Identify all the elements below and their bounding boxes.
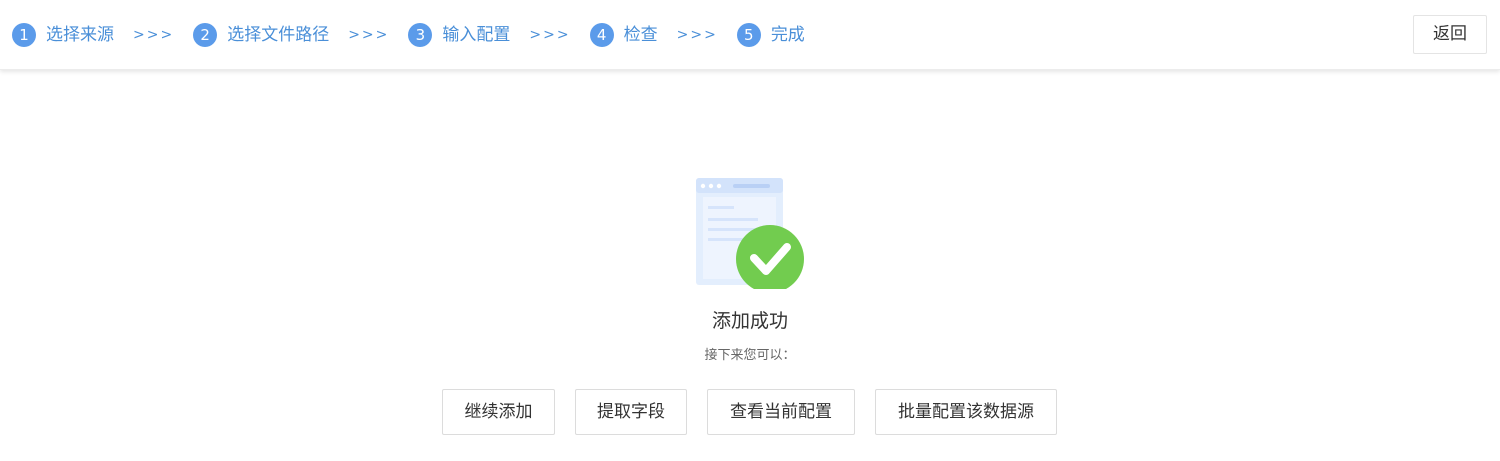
step-label: 选择来源 <box>46 25 114 45</box>
step-separator: >>> <box>348 27 390 43</box>
step-4: 4 检查 <box>589 23 658 47</box>
step-number-badge: 5 <box>736 23 761 47</box>
step-label: 输入配置 <box>442 25 511 45</box>
window-dot <box>716 183 722 189</box>
step-number-badge: 4 <box>589 23 614 47</box>
step-3: 3 输入配置 <box>408 23 510 47</box>
success-check-icon <box>696 178 804 293</box>
batch-config-button[interactable]: 批量配置该数据源 <box>875 389 1057 435</box>
content-line <box>708 218 758 221</box>
next-steps-hint: 接下来您可以： <box>704 348 796 363</box>
step-label: 选择文件路径 <box>227 25 330 45</box>
step-number-badge: 2 <box>193 23 218 47</box>
success-illustration <box>694 177 806 293</box>
content-line <box>708 206 734 209</box>
step-separator: >>> <box>133 27 175 43</box>
view-config-button[interactable]: 查看当前配置 <box>707 389 855 435</box>
step-2: 2 选择文件路径 <box>193 23 329 47</box>
extract-fields-button[interactable]: 提取字段 <box>575 389 687 435</box>
window-dot <box>700 183 706 189</box>
window-address-bar <box>733 184 770 188</box>
step-number-badge: 3 <box>408 23 433 47</box>
action-buttons: 继续添加 提取字段 查看当前配置 批量配置该数据源 <box>0 389 1500 435</box>
window-dot <box>708 183 714 189</box>
wizard-steps: 1 选择来源 >>> 2 选择文件路径 >>> 3 输入配置 >>> 4 检查 … <box>12 22 805 48</box>
continue-add-button[interactable]: 继续添加 <box>442 389 555 435</box>
wizard-header: 1 选择来源 >>> 2 选择文件路径 >>> 3 输入配置 >>> 4 检查 … <box>0 0 1500 70</box>
content-line <box>708 228 758 231</box>
step-separator: >>> <box>676 27 718 43</box>
step-1: 1 选择来源 <box>12 23 114 47</box>
step-5: 5 完成 <box>736 23 805 47</box>
back-button[interactable]: 返回 <box>1413 15 1487 54</box>
success-title: 添加成功 <box>711 310 788 332</box>
step-separator: >>> <box>529 27 571 43</box>
step-number-badge: 1 <box>12 23 36 47</box>
step-label: 完成 <box>770 25 805 45</box>
step-label: 检查 <box>623 25 658 45</box>
